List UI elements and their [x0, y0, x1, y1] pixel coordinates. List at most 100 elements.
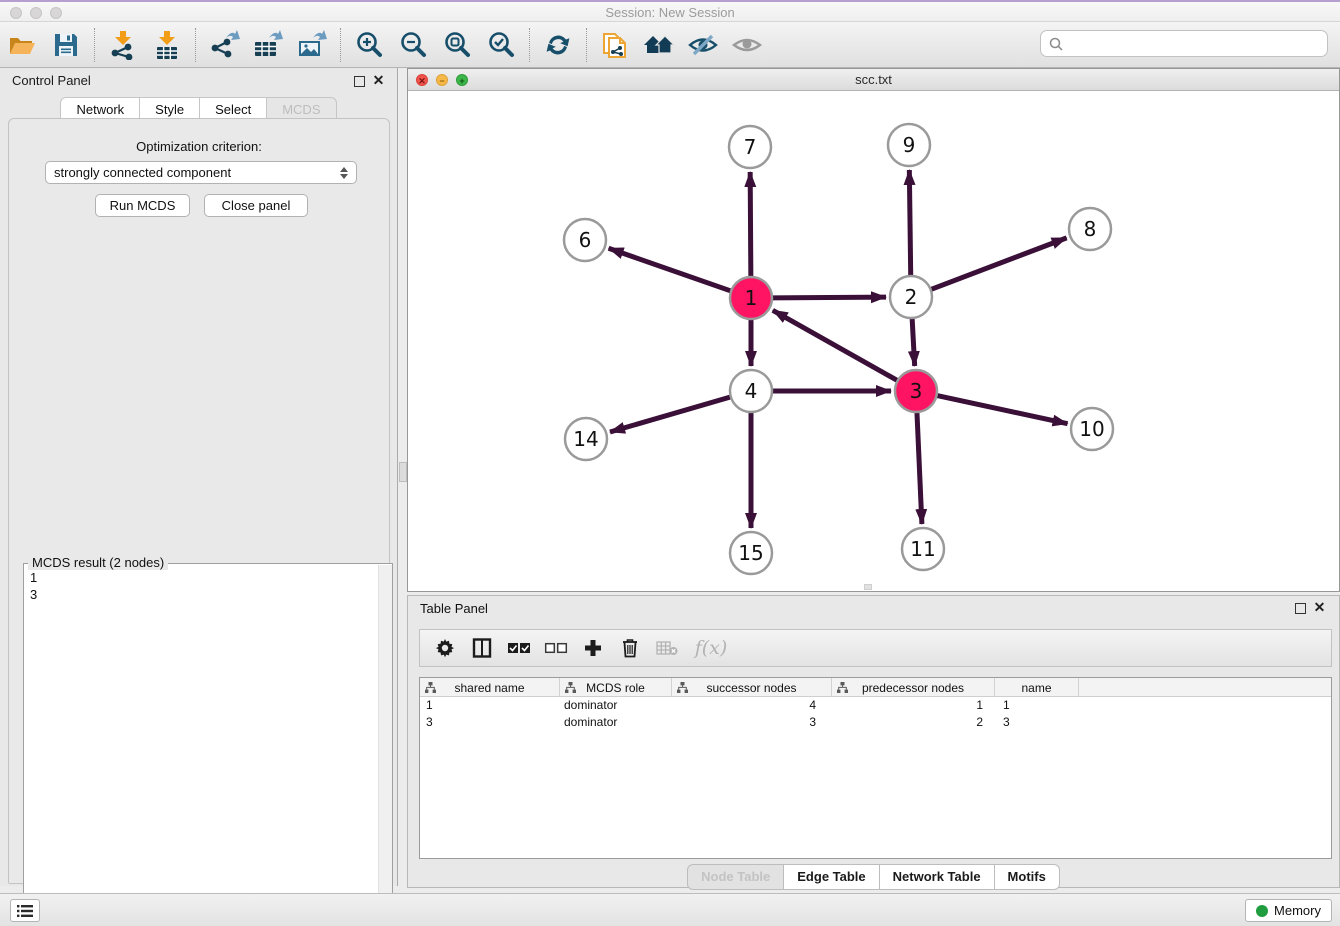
- graph-edge-1-7[interactable]: [750, 172, 751, 277]
- column-header-name[interactable]: name: [995, 678, 1079, 697]
- graph-edge-2-8[interactable]: [931, 238, 1067, 290]
- import-network-icon[interactable]: [106, 28, 140, 62]
- close-table-panel-icon[interactable]: ✕: [1313, 601, 1326, 614]
- network-canvas[interactable]: 7 9 6 8 1 2 4 3 14 10 15 11: [408, 91, 1339, 591]
- graph-edge-2-9[interactable]: [909, 170, 910, 276]
- graph-edge-1-2[interactable]: [772, 297, 886, 298]
- show-column-icon[interactable]: [469, 635, 495, 661]
- import-table-icon[interactable]: [150, 28, 184, 62]
- column-settings-gear-icon[interactable]: [432, 635, 458, 661]
- column-header-MCDS-role[interactable]: MCDS role: [560, 678, 672, 697]
- cell-name[interactable]: 1: [995, 697, 1079, 714]
- cell-successor-nodes[interactable]: 4: [672, 697, 832, 714]
- table-panel: Table Panel ✕ f(x) shared nameMCDS roles…: [407, 595, 1340, 888]
- mcds-result-list[interactable]: 1 3: [24, 567, 377, 926]
- float-panel-icon[interactable]: [354, 76, 365, 87]
- graph-edge-3-1[interactable]: [773, 310, 898, 380]
- zoom-selected-icon[interactable]: [484, 28, 518, 62]
- node-table[interactable]: shared nameMCDS rolesuccessor nodesprede…: [419, 677, 1332, 859]
- export-table-icon[interactable]: [251, 28, 285, 62]
- tab-edge-table[interactable]: Edge Table: [784, 864, 879, 890]
- float-table-panel-icon[interactable]: [1295, 603, 1306, 614]
- cell-predecessor-nodes[interactable]: 2: [832, 714, 995, 731]
- graph-node-9[interactable]: 9: [888, 124, 930, 166]
- graph-node-15[interactable]: 15: [730, 532, 772, 574]
- search-icon: [1048, 36, 1064, 52]
- table-row[interactable]: 1dominator411: [420, 697, 1331, 714]
- close-panel-icon[interactable]: ✕: [372, 74, 385, 87]
- refresh-icon[interactable]: [541, 28, 575, 62]
- column-header-shared-name[interactable]: shared name: [420, 678, 560, 697]
- toolbar-separator: [195, 28, 196, 62]
- graph-node-8[interactable]: 8: [1069, 208, 1111, 250]
- cell-MCDS-role[interactable]: dominator: [560, 714, 672, 731]
- svg-text:7: 7: [744, 135, 757, 159]
- tab-motifs[interactable]: Motifs: [995, 864, 1060, 890]
- chevron-up-down-icon: [340, 167, 348, 179]
- column-header-successor-nodes[interactable]: successor nodes: [672, 678, 832, 697]
- save-session-icon[interactable]: [49, 28, 83, 62]
- graph-edge-4-14[interactable]: [610, 397, 731, 432]
- export-image-icon[interactable]: [295, 28, 329, 62]
- zoom-in-icon[interactable]: [352, 28, 386, 62]
- graph-edge-3-10[interactable]: [937, 395, 1068, 423]
- deselect-all-checkboxes-icon[interactable]: [543, 635, 569, 661]
- cell-predecessor-nodes[interactable]: 1: [832, 697, 995, 714]
- graph-node-11[interactable]: 11: [902, 528, 944, 570]
- tab-network-table[interactable]: Network Table: [880, 864, 995, 890]
- memory-button[interactable]: Memory: [1245, 899, 1332, 922]
- graph-edge-1-6[interactable]: [609, 248, 732, 291]
- open-session-icon[interactable]: [5, 28, 39, 62]
- app-title: Session: New Session: [0, 5, 1340, 20]
- column-header-predecessor-nodes[interactable]: predecessor nodes: [832, 678, 995, 697]
- toolbar-separator: [340, 28, 341, 62]
- run-mcds-button[interactable]: Run MCDS: [95, 194, 190, 217]
- canvas-grip-handle[interactable]: [864, 584, 872, 590]
- search-box[interactable]: [1040, 30, 1328, 57]
- graph-node-3[interactable]: 3: [895, 370, 937, 412]
- zoom-fit-icon[interactable]: [440, 28, 474, 62]
- svg-text:10: 10: [1079, 417, 1104, 441]
- graph-edge-3-11[interactable]: [917, 412, 922, 524]
- cell-shared-name[interactable]: 1: [420, 697, 560, 714]
- graph-node-4[interactable]: 4: [730, 370, 772, 412]
- network-window-titlebar[interactable]: ✕ − + scc.txt: [408, 69, 1339, 91]
- criterion-dropdown[interactable]: strongly connected component: [45, 161, 357, 184]
- cell-name[interactable]: 3: [995, 714, 1079, 731]
- cell-shared-name[interactable]: 3: [420, 714, 560, 731]
- clone-network-icon[interactable]: [598, 28, 632, 62]
- graph-node-14[interactable]: 14: [565, 418, 607, 460]
- cell-MCDS-role[interactable]: dominator: [560, 697, 672, 714]
- function-builder-icon[interactable]: f(x): [691, 635, 731, 661]
- table-row[interactable]: 3dominator323: [420, 714, 1331, 731]
- network-graph[interactable]: 7 9 6 8 1 2 4 3 14 10 15 11: [408, 91, 1339, 591]
- result-scrollbar[interactable]: [378, 565, 392, 926]
- zoom-out-icon[interactable]: [396, 28, 430, 62]
- vertical-splitter-handle[interactable]: [399, 462, 407, 482]
- table-tabs: Node Table Edge Table Network Table Moti…: [408, 864, 1339, 890]
- network-window: ✕ − + scc.txt 7 9 6 8 1 2 4 3 14 10 15 11: [407, 68, 1340, 592]
- add-column-icon[interactable]: [580, 635, 606, 661]
- show-all-eye-icon[interactable]: [730, 28, 764, 62]
- criterion-value: strongly connected component: [54, 165, 340, 180]
- home-icon[interactable]: [642, 28, 676, 62]
- graph-node-2[interactable]: 2: [890, 276, 932, 318]
- graph-node-10[interactable]: 10: [1071, 408, 1113, 450]
- control-panel-header: Control Panel ✕: [0, 68, 397, 94]
- graph-edge-2-3[interactable]: [912, 318, 915, 366]
- select-all-checkboxes-icon[interactable]: [506, 635, 532, 661]
- graph-node-6[interactable]: 6: [564, 219, 606, 261]
- search-input[interactable]: [1064, 33, 1327, 55]
- task-history-button[interactable]: [10, 899, 40, 922]
- delete-table-icon[interactable]: [654, 635, 680, 661]
- delete-column-trash-icon[interactable]: [617, 635, 643, 661]
- hide-selected-eye-icon[interactable]: [686, 28, 720, 62]
- control-panel: Control Panel ✕ Network Style Select MCD…: [0, 68, 398, 886]
- graph-node-1[interactable]: 1: [730, 277, 772, 319]
- cell-successor-nodes[interactable]: 3: [672, 714, 832, 731]
- close-panel-button[interactable]: Close panel: [204, 194, 308, 217]
- tab-node-table[interactable]: Node Table: [687, 864, 784, 890]
- export-network-icon[interactable]: [207, 28, 241, 62]
- graph-node-7[interactable]: 7: [729, 126, 771, 168]
- memory-label: Memory: [1274, 903, 1321, 918]
